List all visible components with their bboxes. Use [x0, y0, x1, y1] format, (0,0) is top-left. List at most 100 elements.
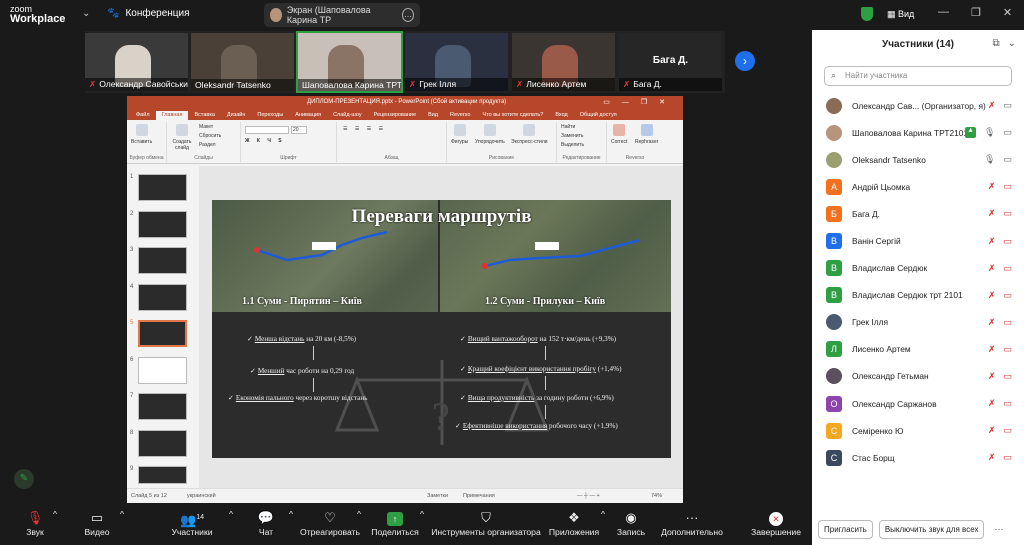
- participant-row[interactable]: Шаповалова Карина ТРТ2101 ▲ 🎙 ▭: [812, 119, 1024, 146]
- slide-thumbnail[interactable]: [138, 211, 187, 238]
- slide-thumbnail[interactable]: [138, 357, 187, 384]
- ppt-menu-slideshow[interactable]: Слайд-шоу: [327, 111, 368, 120]
- replace-button[interactable]: Заменить: [561, 133, 583, 139]
- tile-name: Oleksandr Tatsenko: [195, 80, 271, 90]
- ppt-menu-reverso[interactable]: Reverso: [444, 111, 476, 120]
- next-page-button[interactable]: ›: [735, 51, 755, 71]
- zoom-slider[interactable]: — ┼ — +: [577, 493, 600, 499]
- annotate-pencil-icon[interactable]: ✎: [14, 469, 34, 489]
- connector-line: [545, 405, 546, 419]
- screen-share-pill[interactable]: Экран (Шаповалова Карина ТР …: [264, 3, 420, 27]
- section-button[interactable]: Раздел: [199, 142, 216, 148]
- participant-row[interactable]: А Андрій Цьомка ✗ ▭: [812, 173, 1024, 200]
- participant-row[interactable]: В Ванін Сергій ✗ ▭: [812, 227, 1024, 254]
- more-icon[interactable]: …: [401, 8, 415, 22]
- shapes-button[interactable]: Фигуры: [451, 124, 468, 145]
- slide-thumbnail[interactable]: [138, 430, 187, 457]
- participant-row[interactable]: Грек Ілля ✗ ▭: [812, 309, 1024, 336]
- participant-row[interactable]: В Владислав Сердюк ✗ ▭: [812, 255, 1024, 282]
- language-indicator[interactable]: украинский: [187, 493, 216, 499]
- participant-row[interactable]: О Олександр Саржанов ✗ ▭: [812, 390, 1024, 417]
- slide-thumbnail[interactable]: [138, 247, 187, 274]
- select-button[interactable]: Выделить: [561, 142, 584, 148]
- participant-row[interactable]: Олександр Сав... (Организатор, я) ✗ ▭: [812, 92, 1024, 119]
- ppt-sign-in[interactable]: Вход: [549, 111, 573, 120]
- slide-thumbnail[interactable]: [138, 174, 187, 201]
- current-slide[interactable]: Переваги маршрутів 1.1 Суми - Пирятин – …: [212, 200, 671, 458]
- ppt-menu-transitions[interactable]: Переходы: [251, 111, 289, 120]
- close-icon[interactable]: ⌄: [1008, 38, 1016, 49]
- ppt-menu-file[interactable]: Файл: [130, 111, 156, 120]
- slide-thumbnail[interactable]: [138, 393, 187, 420]
- video-tile-active-speaker[interactable]: Шаповалова Карина ТРТ...: [296, 31, 403, 93]
- comments-button[interactable]: Примечания: [463, 493, 495, 499]
- reset-button[interactable]: Сбросить: [199, 133, 221, 139]
- camera-off-icon: ▭: [1003, 316, 1012, 327]
- end-meeting-button[interactable]: ✕ Завершение: [736, 509, 816, 537]
- panel-controls: ⧉ ⌄: [992, 38, 1016, 49]
- slide-thumbnail[interactable]: [138, 466, 187, 484]
- ppt-menu-view[interactable]: Вид: [422, 111, 444, 120]
- more-button[interactable]: ··· Дополнительно: [652, 509, 732, 537]
- meeting-info-button[interactable]: 🐾 Конференция: [107, 8, 190, 19]
- video-options-caret[interactable]: ^: [117, 509, 127, 519]
- video-tile[interactable]: Oleksandr Tatsenko: [191, 33, 294, 91]
- view-button[interactable]: ▦ Вид: [887, 9, 914, 20]
- notes-button[interactable]: Заметки: [427, 493, 448, 499]
- ppt-menu-design[interactable]: Дизайн: [221, 111, 252, 120]
- slide-thumbnail[interactable]: [138, 284, 187, 311]
- ppt-share[interactable]: Общий доступ: [574, 111, 623, 120]
- ribbon-group-label: Reverso: [625, 155, 645, 161]
- popout-icon[interactable]: ⧉: [992, 38, 999, 49]
- paragraph-buttons[interactable]: ☰ ☰ ☰ ☰: [343, 126, 386, 132]
- ppt-menu-animation[interactable]: Анимация: [289, 111, 327, 120]
- mic-off-icon[interactable]: ✗: [988, 100, 996, 111]
- participant-row[interactable]: С Семіренко Ю ✗ ▭: [812, 417, 1024, 444]
- participant-search-input[interactable]: ⌕ Найти участника: [824, 66, 1012, 86]
- mic-off-icon: ✗: [987, 425, 996, 436]
- avatar: А: [826, 178, 842, 195]
- ppt-tell-me[interactable]: Что вы хотите сделать?: [477, 111, 550, 120]
- more-options-icon[interactable]: ···: [990, 520, 1007, 539]
- find-button[interactable]: Найти: [561, 124, 575, 130]
- video-tile[interactable]: ✗ Лисенко Артем: [512, 33, 615, 91]
- arrange-button[interactable]: Упорядочить: [475, 124, 505, 145]
- slide-thumbnail-selected[interactable]: [138, 320, 187, 347]
- mic-off-icon: ✗: [516, 79, 524, 89]
- participant-row[interactable]: Б Бага Д. ✗ ▭: [812, 200, 1024, 227]
- participant-row[interactable]: Олександр Гетьман ✗ ▭: [812, 363, 1024, 390]
- video-tile[interactable]: Бага Д. ✗ Бага Д.: [619, 33, 722, 91]
- participant-row[interactable]: С Стас Борщ ✗ ▭: [812, 444, 1024, 471]
- font-format-buttons[interactable]: Ж К Ч S: [245, 138, 285, 144]
- participants-button[interactable]: 👥14 Участники: [152, 509, 232, 537]
- font-name-field[interactable]: [245, 126, 289, 134]
- video-tile[interactable]: ✗ Грек Ілля: [405, 33, 508, 91]
- shield-icon: ⛉: [481, 510, 491, 525]
- font-size-field[interactable]: 20: [291, 126, 307, 134]
- security-shield-icon[interactable]: [861, 7, 873, 21]
- quick-styles-button[interactable]: Экспресс-стили: [511, 124, 548, 145]
- chevron-down-icon[interactable]: ⌄: [82, 8, 90, 19]
- ppt-menu-insert[interactable]: Вставка: [188, 111, 220, 120]
- minimize-icon[interactable]: —: [938, 6, 949, 19]
- participant-row[interactable]: В Владислав Сердюк трт 2101 ✗ ▭: [812, 282, 1024, 309]
- participant-row[interactable]: Л Лисенко Артем ✗ ▭: [812, 336, 1024, 363]
- mute-all-button[interactable]: Выключить звук для всех: [878, 520, 985, 539]
- correct-button[interactable]: Correct: [611, 124, 627, 145]
- paste-button[interactable]: Вставить: [131, 124, 152, 145]
- host-tools-button[interactable]: ⛉ Инструменты организатора: [426, 509, 546, 537]
- close-icon[interactable]: ✕: [1003, 6, 1012, 19]
- restore-icon[interactable]: ❐: [971, 6, 981, 19]
- ppt-menu-review[interactable]: Рецензирование: [368, 111, 422, 120]
- search-icon: ⌕: [831, 70, 837, 80]
- participant-row[interactable]: Oleksandr Tatsenko 🎙 ▭: [812, 146, 1024, 173]
- layout-button[interactable]: Макет: [199, 124, 213, 130]
- new-slide-button[interactable]: Создать слайд: [170, 124, 194, 151]
- ppt-title-bar: ДИПЛОМ-ПРЕЗЕНТАЦИЯ.pptx - PowerPoint (Сб…: [127, 96, 683, 109]
- rephraser-button[interactable]: Rephraser: [635, 124, 658, 145]
- zoom-level[interactable]: 74%: [651, 493, 662, 499]
- avatar: В: [826, 260, 842, 277]
- video-tile[interactable]: ✗ Олександр Савойськи...: [85, 33, 188, 91]
- invite-button[interactable]: Пригласить: [818, 520, 873, 539]
- ppt-menu-home[interactable]: Главная: [155, 111, 189, 120]
